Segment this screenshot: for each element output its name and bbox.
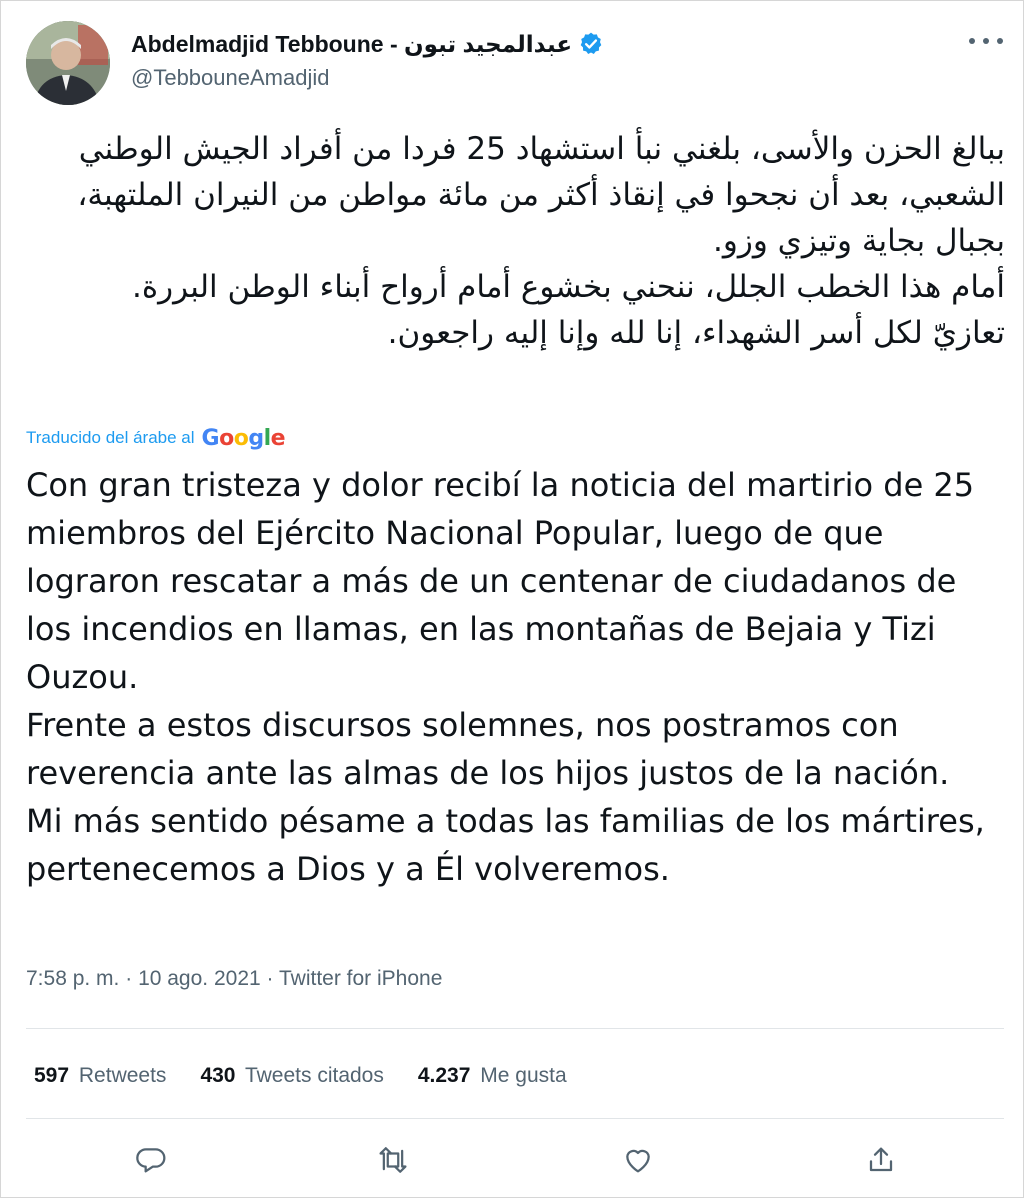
quotes-label: Tweets citados (244, 1064, 384, 1087)
tweet-original-text: ببالغ الحزن والأسى، بلغني نبأ استشهاد 25… (25, 126, 1005, 356)
dot (969, 38, 975, 44)
divider (26, 1028, 1004, 1029)
translation-attribution-link[interactable]: Traducido del árabe al Google (26, 423, 286, 453)
author-handle[interactable]: @TebbouneAmadjid (131, 65, 329, 91)
tweet-actions (1, 1135, 1024, 1185)
dot (983, 38, 989, 44)
google-logo: Google (201, 425, 286, 451)
tweet-date[interactable]: 10 ago. 2021 (138, 967, 261, 990)
retweets-stat[interactable]: 597 Retweets (34, 1064, 166, 1088)
tweet-translated-text: Con gran tristeza y dolor recibí la noti… (26, 461, 1011, 893)
translation-label: Traducido del árabe al (26, 428, 195, 447)
translated-paragraph: Frente a estos discursos solemnes, nos p… (26, 706, 950, 792)
author-display-name[interactable]: Abdelmadjid Tebboune - عبدالمجيد تبون (131, 31, 572, 58)
quotes-count: 430 (200, 1064, 236, 1087)
separator: · (119, 967, 139, 990)
likes-label: Me gusta (480, 1064, 567, 1087)
likes-stat[interactable]: 4.237 Me gusta (418, 1064, 567, 1088)
translated-paragraph: Mi más sentido pésame a todas las famili… (26, 802, 985, 888)
retweets-label: Retweets (78, 1064, 167, 1087)
tweet-header: Abdelmadjid Tebboune - عبدالمجيد تبون @T… (1, 1, 1024, 111)
quotes-stat[interactable]: 430 Tweets citados (200, 1064, 383, 1088)
translated-paragraph: Con gran tristeza y dolor recibí la noti… (26, 466, 975, 696)
tweet-time[interactable]: 7:58 p. m. (26, 967, 119, 990)
tweet-stats: 597 Retweets 430 Tweets citados 4.237 Me… (34, 1059, 601, 1093)
likes-count: 4.237 (417, 1064, 471, 1087)
share-icon[interactable] (861, 1140, 901, 1180)
tweet-metadata: 7:58 p. m. · 10 ago. 2021 · Twitter for … (26, 967, 442, 991)
separator: · (260, 967, 279, 990)
tweet-source[interactable]: Twitter for iPhone (279, 967, 442, 990)
original-paragraph: ببالغ الحزن والأسى، بلغني نبأ استشهاد 25… (77, 131, 1005, 259)
verified-badge-icon (578, 31, 604, 57)
tweet-card: Abdelmadjid Tebboune - عبدالمجيد تبون @T… (0, 0, 1024, 1198)
more-options-icon[interactable] (969, 31, 1003, 51)
dot (997, 38, 1003, 44)
author-name-row: Abdelmadjid Tebboune - عبدالمجيد تبون (131, 29, 604, 59)
retweet-icon[interactable] (373, 1140, 413, 1180)
original-paragraph: أمام هذا الخطب الجلل، ننحني بخشوع أمام أ… (132, 269, 1005, 305)
reply-icon[interactable] (131, 1140, 171, 1180)
original-paragraph: تعازيّ لكل أسر الشهداء، إنا لله وإنا إلي… (387, 315, 1005, 351)
like-heart-icon[interactable] (618, 1140, 658, 1180)
author-avatar[interactable] (26, 21, 110, 105)
divider (26, 1118, 1004, 1119)
retweets-count: 597 (34, 1064, 70, 1087)
